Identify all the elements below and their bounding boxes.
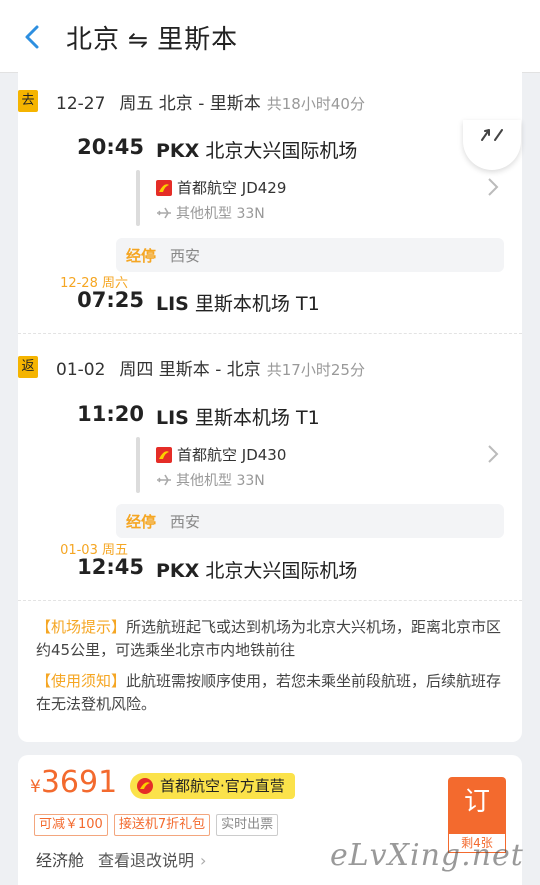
return-aircraft: 其他机型 33N — [156, 470, 265, 490]
plane-icon — [157, 207, 171, 219]
flight-line — [136, 170, 140, 226]
airport-code: PKX — [156, 140, 200, 162]
stopover-label: 经停 — [126, 247, 157, 265]
notice-title: 【使用须知】 — [36, 672, 127, 690]
discount-chip: 可减￥100 — [34, 814, 108, 836]
outbound-depart-time: 20:45 — [77, 135, 144, 159]
instant-ticket-chip: 实时出票 — [216, 814, 279, 836]
itinerary-card: 去 12-27 周五 北京 - 里斯本 共18小时40分 20:45 PKX 北京大… — [18, 72, 522, 742]
stopover-label: 经停 — [126, 513, 157, 531]
return-header: 01-02 周四 里斯本 - 北京 共17小时25分 — [56, 355, 365, 380]
return-total-duration: 共17小时25分 — [266, 361, 365, 379]
return-depart-time: 11:20 — [77, 402, 144, 426]
cabin-row: 经济舱 查看退改说明 › — [36, 847, 206, 871]
outbound-tag: 去 — [18, 90, 38, 112]
share-button[interactable] — [463, 120, 521, 170]
outbound-arrive-airport: LIS 里斯本机场 T1 — [156, 289, 320, 316]
swap-icon: ⇋ — [128, 26, 150, 54]
return-stopover: 经停 西安 — [116, 504, 504, 538]
usage-notice: 【使用须知】此航班需按顺序使用，若您未乘坐前段航班，后续航班存在无法登机风险。 — [36, 670, 506, 716]
stopover-city: 西安 — [170, 247, 201, 265]
airport-name: 里斯本机场 T1 — [194, 407, 320, 429]
airline-label: 首都航空 JD429 — [177, 179, 287, 197]
outbound-stopover: 经停 西安 — [116, 238, 504, 272]
capital-airlines-logo-icon — [137, 778, 153, 794]
return-summary: 周四 里斯本 - 北京 — [119, 360, 261, 380]
airport-name: 北京大兴国际机场 — [205, 140, 358, 162]
outbound-date: 12-27 — [56, 94, 106, 114]
return-airline[interactable]: 首都航空 JD430 — [156, 444, 286, 465]
plane-icon — [157, 474, 171, 486]
price: ¥3691 — [30, 765, 117, 800]
notice-title: 【机场提示】 — [36, 618, 127, 636]
currency-symbol: ¥ — [30, 777, 41, 797]
airport-name: 里斯本机场 T1 — [194, 293, 320, 315]
origin-city: 北京 — [66, 25, 121, 55]
book-label: 订 — [463, 787, 490, 817]
airport-code: PKX — [156, 560, 200, 582]
top-bar: 北京 ⇋ 里斯本 — [0, 0, 540, 73]
chevron-right-icon: › — [200, 851, 207, 870]
airport-notice: 【机场提示】所选航班起飞或达到机场为北京大兴机场，距离北京市区约45公里，可选乘… — [36, 616, 506, 662]
outbound-header: 12-27 周五 北京 - 里斯本 共18小时40分 — [56, 89, 365, 114]
flight-line — [136, 437, 140, 493]
outbound-total-duration: 共18小时40分 — [266, 95, 365, 113]
outbound-airline[interactable]: 首都航空 JD429 — [156, 177, 286, 198]
segment-divider — [18, 600, 522, 601]
return-tag: 返 — [18, 356, 38, 378]
airport-name: 北京大兴国际机场 — [205, 560, 358, 582]
return-arrive-airport: PKX 北京大兴国际机场 — [156, 556, 357, 583]
chevron-right-icon[interactable] — [486, 443, 500, 465]
airline-label: 首都航空 JD430 — [177, 446, 287, 464]
capital-airlines-logo-icon — [156, 180, 172, 196]
return-date: 01-02 — [56, 360, 106, 380]
stopover-city: 西安 — [170, 513, 201, 531]
official-label: 首都航空·官方直营 — [160, 777, 285, 795]
route-title: 北京 ⇋ 里斯本 — [66, 19, 238, 56]
capital-airlines-logo-icon — [156, 447, 172, 463]
airport-code: LIS — [156, 293, 189, 315]
outbound-aircraft: 其他机型 33N — [156, 203, 265, 223]
aircraft-label: 其他机型 33N — [176, 473, 265, 489]
outbound-summary: 周五 北京 - 里斯本 — [119, 94, 261, 114]
official-store-badge: 首都航空·官方直营 — [130, 773, 295, 799]
transfer-gift-chip: 接送机7折礼包 — [113, 814, 211, 836]
aircraft-label: 其他机型 33N — [176, 206, 265, 222]
airport-code: LIS — [156, 407, 189, 429]
segment-divider — [18, 333, 522, 334]
chevron-right-icon[interactable] — [486, 176, 500, 198]
outbound-arrive-time: 07:25 — [77, 288, 144, 312]
destination-city: 里斯本 — [157, 25, 239, 55]
book-button[interactable]: 订 — [448, 777, 506, 833]
refund-rules-link[interactable]: 查看退改说明 — [98, 851, 194, 870]
back-arrow-icon[interactable] — [18, 22, 48, 52]
price-value: 3691 — [40, 765, 118, 800]
offer-chips: 可减￥100 接送机7折礼包 实时出票 — [34, 813, 284, 836]
watermark: eLvXing.net — [330, 838, 524, 873]
share-icon — [481, 129, 503, 141]
cabin-class: 经济舱 — [36, 851, 85, 870]
outbound-depart-airport: PKX 北京大兴国际机场 — [156, 136, 357, 163]
return-depart-airport: LIS 里斯本机场 T1 — [156, 403, 320, 430]
return-arrive-time: 12:45 — [77, 555, 144, 579]
